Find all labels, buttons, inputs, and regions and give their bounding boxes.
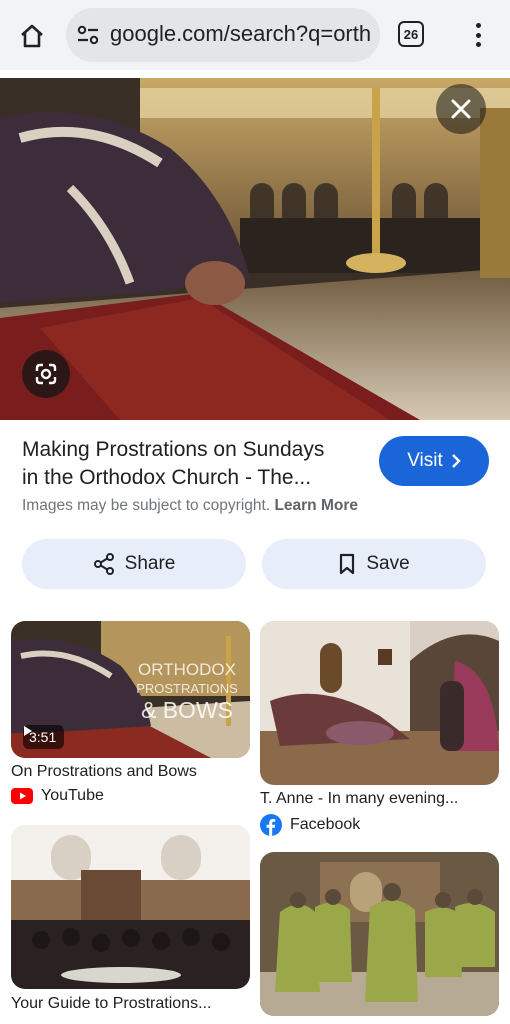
more-menu-button[interactable] xyxy=(466,20,490,50)
dot-icon xyxy=(475,23,481,28)
learn-more-link[interactable]: Learn More xyxy=(274,497,358,514)
url-text[interactable]: google.com/search?q=orth xyxy=(110,21,370,47)
card-title[interactable]: T. Anne - In many evening... xyxy=(260,790,500,808)
chevron-right-icon xyxy=(451,454,461,468)
card-title[interactable]: Your Guide to Prostrations... xyxy=(11,995,251,1013)
result-title-line1[interactable]: Making Prostrations on Sundays xyxy=(22,436,362,464)
dot-icon xyxy=(475,32,481,38)
share-button[interactable]: Share xyxy=(22,539,246,589)
card-photo xyxy=(260,621,499,785)
overlay-text-2: PROSTRATIONS xyxy=(136,681,238,696)
browser-toolbar: google.com/search?q=orth 26 xyxy=(0,0,510,70)
save-button[interactable]: Save xyxy=(262,539,486,589)
card-thumbnail[interactable] xyxy=(260,852,499,1016)
overlay-text-3: & BOWS xyxy=(141,697,233,723)
visit-button[interactable]: Visit xyxy=(379,436,489,486)
card-source: Facebook xyxy=(260,814,360,836)
lens-icon xyxy=(35,363,57,385)
copyright-notice: Images may be subject to copyright. Lear… xyxy=(22,497,358,515)
source-name: Facebook xyxy=(290,816,361,833)
result-title[interactable]: Making Prostrations on Sundays in the Or… xyxy=(22,436,362,492)
tab-switcher-button[interactable]: 26 xyxy=(398,21,424,47)
card-title[interactable]: On Prostrations and Bows xyxy=(11,763,251,781)
bookmark-icon xyxy=(340,553,355,575)
card-source: YouTube xyxy=(11,787,104,805)
home-icon xyxy=(21,24,43,48)
play-icon xyxy=(24,726,32,736)
card-photo xyxy=(11,825,250,989)
duration-text: 3:51 xyxy=(29,729,57,745)
visit-label: Visit xyxy=(407,450,443,471)
hero-image[interactable] xyxy=(0,78,510,420)
site-settings-icon[interactable] xyxy=(76,24,100,46)
share-label: Share xyxy=(124,553,176,574)
copyright-text: Images may be subject to copyright. xyxy=(22,497,271,514)
close-button[interactable] xyxy=(436,84,486,134)
dot-icon xyxy=(475,42,481,47)
save-label: Save xyxy=(366,553,410,574)
card-thumbnail[interactable]: ORTHODOX PROSTRATIONS & BOWS 3:51 xyxy=(11,621,250,758)
card-photo xyxy=(260,852,499,1016)
hero-photo xyxy=(0,78,510,420)
home-button[interactable] xyxy=(14,18,50,54)
youtube-icon xyxy=(11,788,33,804)
overlay-text-1: ORTHODOX xyxy=(138,660,236,679)
card-thumbnail[interactable] xyxy=(260,621,499,785)
facebook-icon xyxy=(260,814,282,836)
result-title-line2[interactable]: in the Orthodox Church - The... xyxy=(22,464,362,492)
address-bar[interactable]: google.com/search?q=orth xyxy=(66,8,380,62)
card-thumbnail[interactable] xyxy=(11,825,250,989)
share-icon xyxy=(93,553,114,575)
google-lens-button[interactable] xyxy=(22,350,70,398)
duration-badge: 3:51 xyxy=(23,725,65,749)
close-icon xyxy=(451,99,471,119)
source-name: YouTube xyxy=(41,787,104,804)
